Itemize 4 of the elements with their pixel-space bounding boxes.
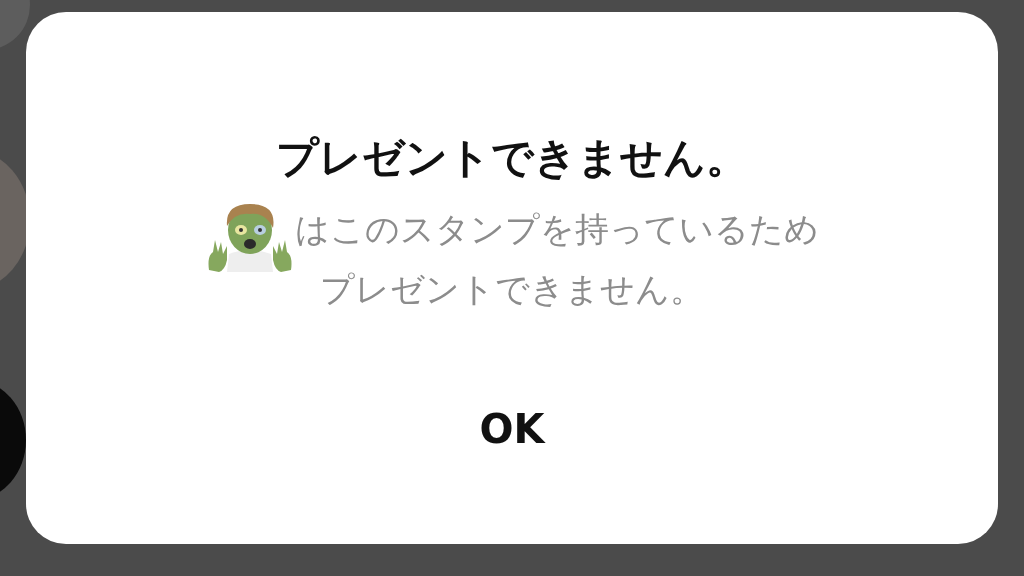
alert-message: プレゼントできません。: [320, 268, 704, 311]
alert-message: はこのスタンプを持っているため: [295, 208, 819, 251]
alert-title: プレゼントできません。: [276, 132, 748, 184]
ok-button[interactable]: OK: [463, 402, 561, 456]
